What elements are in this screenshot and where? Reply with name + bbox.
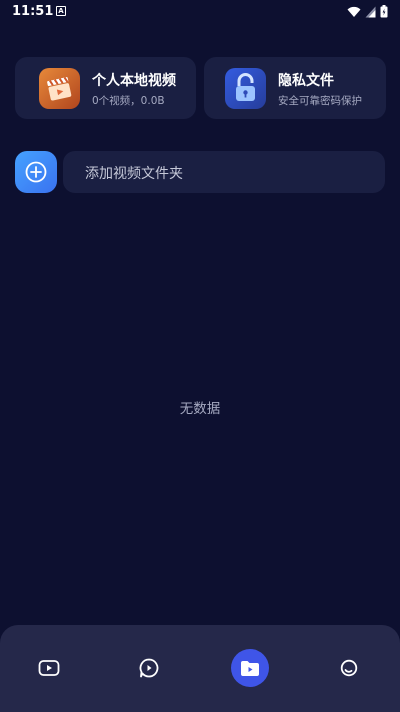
nav-video-tab[interactable]	[30, 649, 68, 687]
plus-circle-icon	[25, 161, 47, 183]
status-bar: 11:51 A	[0, 0, 400, 24]
local-videos-title: 个人本地视频	[92, 73, 176, 89]
nav-chat-tab[interactable]	[130, 649, 168, 687]
notification-icon: A	[56, 6, 66, 16]
folder-play-icon	[241, 660, 259, 676]
private-files-subtitle: 安全可靠密码保护	[278, 95, 362, 107]
profile-circle-icon	[340, 659, 358, 677]
empty-state-text: 无数据	[179, 401, 221, 417]
video-play-icon	[38, 660, 60, 676]
signal-icon	[365, 6, 376, 17]
wifi-icon	[347, 6, 361, 17]
add-folder-button[interactable]	[15, 151, 57, 193]
chat-play-icon	[139, 658, 159, 678]
local-videos-subtitle: 0个视频，0.0B	[92, 95, 165, 107]
status-icons	[347, 5, 388, 18]
battery-icon	[380, 5, 388, 18]
screen: 11:51 A 个人本地视频 0个视频，0.0B 隐私文件 安全可靠密码保护 添…	[0, 0, 400, 712]
clapperboard-icon	[39, 68, 80, 109]
private-files-title: 隐私文件	[278, 73, 334, 89]
nav-folder-tab[interactable]	[231, 649, 269, 687]
lock-icon	[225, 68, 266, 109]
private-files-card[interactable]: 隐私文件 安全可靠密码保护	[204, 57, 386, 119]
status-time: 11:51	[12, 4, 54, 19]
bottom-nav	[0, 625, 400, 712]
nav-profile-tab[interactable]	[330, 649, 368, 687]
local-videos-card[interactable]: 个人本地视频 0个视频，0.0B	[15, 57, 196, 119]
add-folder-field[interactable]: 添加视频文件夹	[63, 151, 385, 193]
add-folder-label: 添加视频文件夹	[85, 166, 183, 182]
